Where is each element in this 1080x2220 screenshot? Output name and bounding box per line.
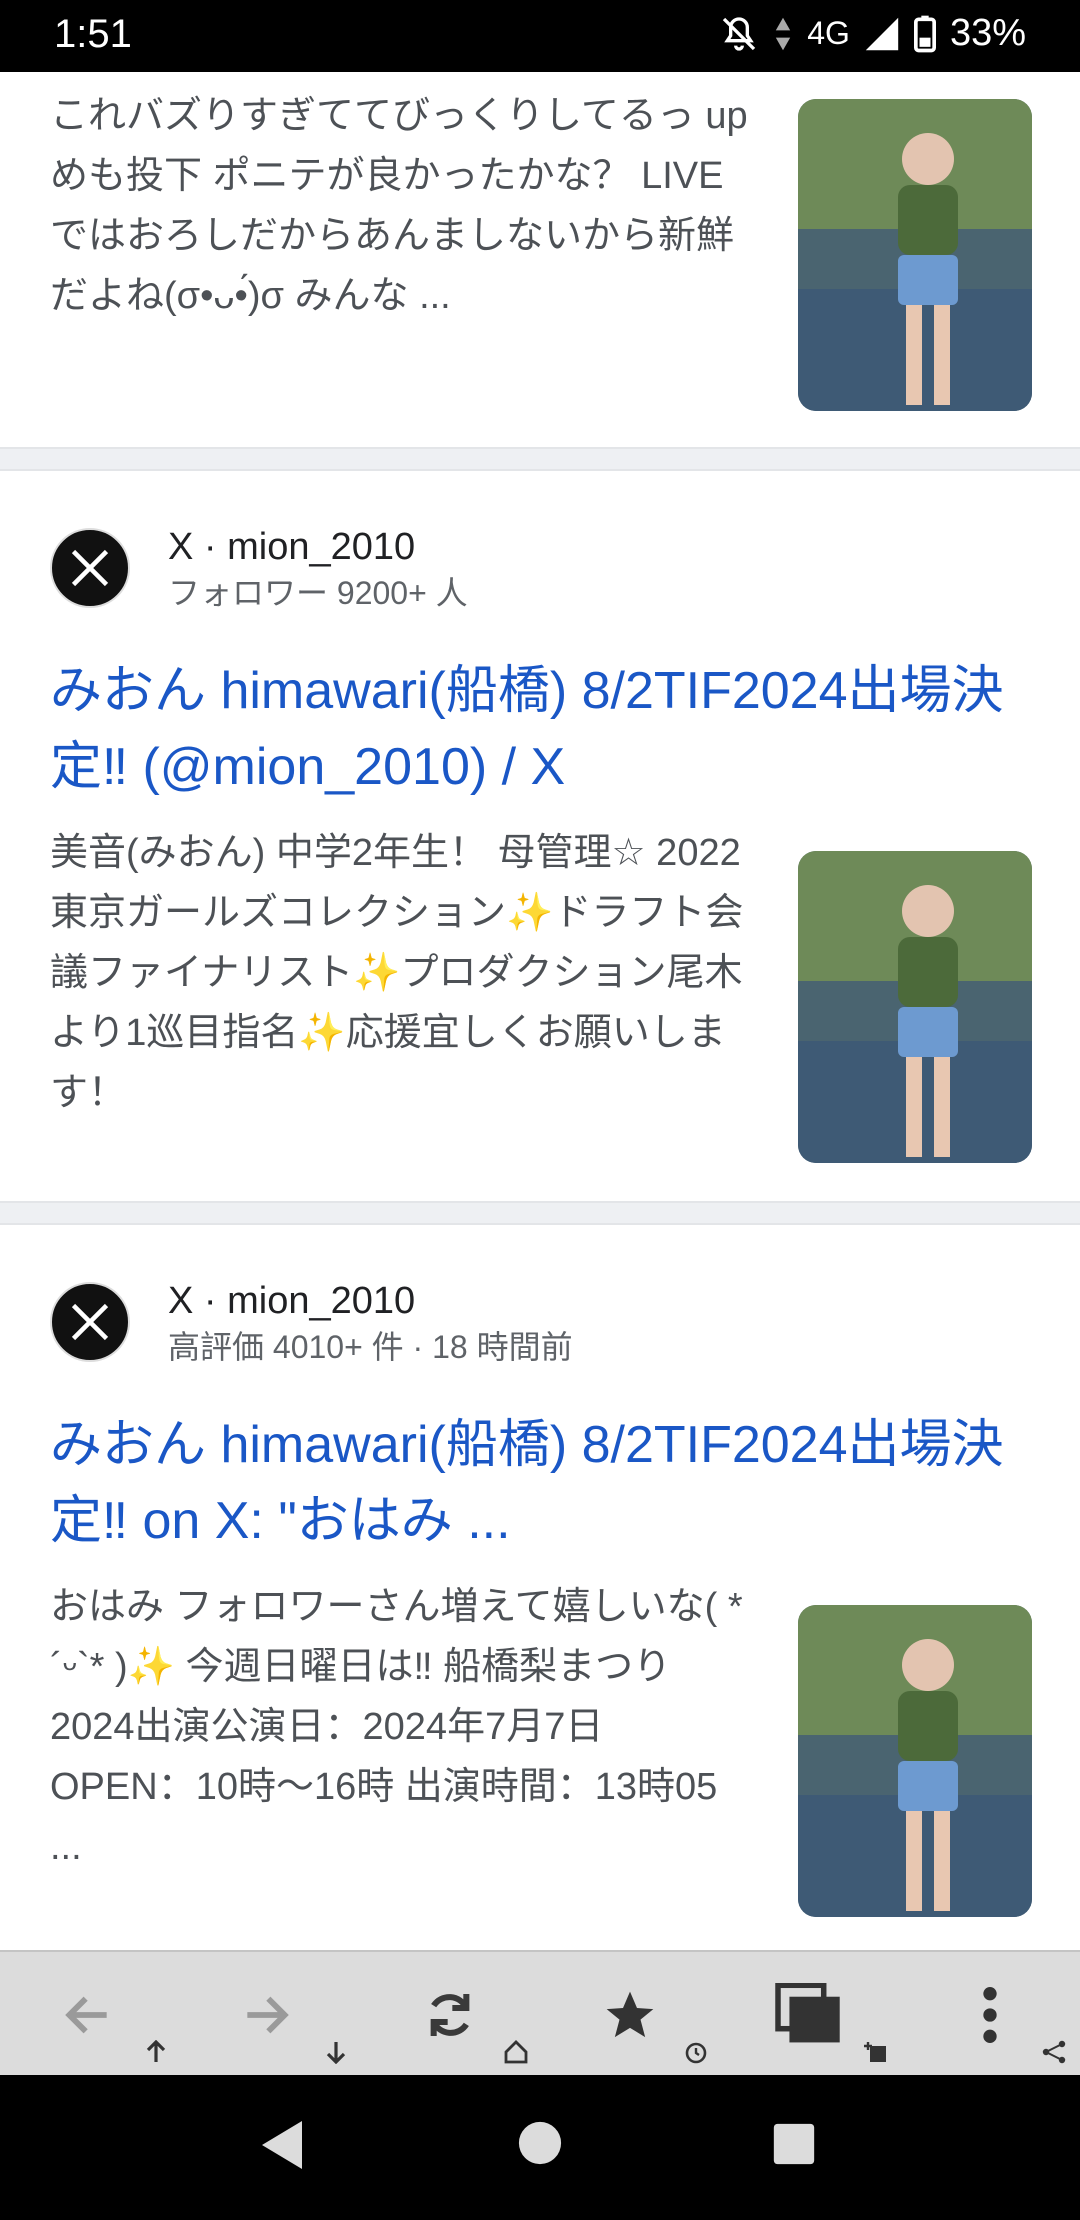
source-name: X · mion_2010	[168, 1280, 416, 1322]
data-arrows-icon	[776, 17, 791, 50]
result-source[interactable]: X · mion_2010 フォロワー 9200+ 人	[50, 523, 468, 613]
result-title-link[interactable]: みおん himawari(船橋) 8/2TIF2024出場決定‼ (@mion_…	[50, 653, 1040, 805]
home-circle-icon[interactable]	[517, 2120, 563, 2166]
share-icon[interactable]	[1042, 2040, 1066, 2064]
result-title-link[interactable]: みおん himawari(船橋) 8/2TIF2024出場決定‼ on X: "…	[50, 1407, 1040, 1559]
battery-percent: 33%	[949, 12, 1026, 54]
x-logo-icon	[50, 528, 130, 608]
result-thumbnail[interactable]	[798, 1605, 1032, 1917]
result-thumbnail[interactable]	[798, 99, 1032, 411]
back-icon	[65, 1996, 107, 2033]
status-bar: 1:51 4G 33%	[0, 0, 1080, 72]
alarm-clock-icon[interactable]	[684, 2040, 708, 2064]
result-card[interactable]: X · mion_2010 高評価 4010+ 件 · 18 時間前 みおん h…	[0, 1225, 1080, 1950]
result-divider	[0, 1201, 1080, 1225]
overflow-menu-button[interactable]	[940, 1952, 1040, 2077]
result-snippet: 美音(みおん) 中学2年生！ 母管理☆ 2022東京ガールズコレクション✨ドラフ…	[50, 832, 744, 1114]
source-meta: フォロワー 9200+ 人	[168, 575, 468, 611]
tabs-icon	[775, 1982, 840, 2042]
menu-icon	[983, 1986, 997, 2043]
bookmark-button[interactable]	[580, 1952, 680, 2077]
battery-icon	[913, 15, 936, 52]
signal-icon	[865, 17, 899, 50]
browser-toolbar	[0, 1950, 1080, 2077]
status-icons: 4G 33%	[719, 12, 1026, 55]
forward-icon	[247, 1996, 289, 2033]
clock: 1:51	[54, 12, 132, 56]
scroll-up-arrow-icon[interactable]	[146, 2040, 166, 2064]
result-card[interactable]: これバズりすぎててびっくりしてるっ upめも投下 ポニテが良かったかな？ LIV…	[0, 72, 1080, 447]
source-meta: 高評価 4010+ 件 · 18 時間前	[168, 1329, 573, 1365]
back-triangle-icon[interactable]	[258, 2117, 306, 2173]
reload-button[interactable]	[400, 1952, 500, 2077]
reload-icon	[430, 1993, 470, 2036]
bookmark-star-icon	[606, 1991, 654, 2037]
tabs-button[interactable]	[760, 1952, 860, 2077]
result-snippet: おはみ フォロワーさん増えて嬉しいな( *´ᵕ`* )✨ 今週日曜日は‼ 船橋梨…	[50, 1586, 743, 1868]
result-snippet: これバズりすぎててびっくりしてるっ upめも投下 ポニテが良かったかな？ LIV…	[50, 95, 748, 317]
x-logo-icon	[50, 1282, 130, 1362]
system-nav-bar	[0, 2075, 1080, 2220]
source-name: X · mion_2010	[168, 526, 416, 568]
scroll-down-arrow-icon[interactable]	[326, 2040, 346, 2064]
result-card[interactable]: X · mion_2010 フォロワー 9200+ 人 みおん himawari…	[0, 471, 1080, 1201]
home-icon[interactable]	[504, 2040, 528, 2064]
network-type: 4G	[807, 15, 850, 51]
result-source[interactable]: X · mion_2010 高評価 4010+ 件 · 18 時間前	[50, 1277, 573, 1367]
back-button[interactable]	[38, 1952, 138, 2077]
search-results: これバズりすぎててびっくりしてるっ upめも投下 ポニテが良かったかな？ LIV…	[0, 72, 1080, 1950]
result-thumbnail[interactable]	[798, 851, 1032, 1163]
recents-square-icon[interactable]	[772, 2122, 816, 2166]
new-tab-icon[interactable]	[864, 2040, 888, 2064]
forward-button[interactable]	[216, 1952, 316, 2077]
result-divider	[0, 447, 1080, 471]
bell-off-icon	[723, 16, 756, 51]
